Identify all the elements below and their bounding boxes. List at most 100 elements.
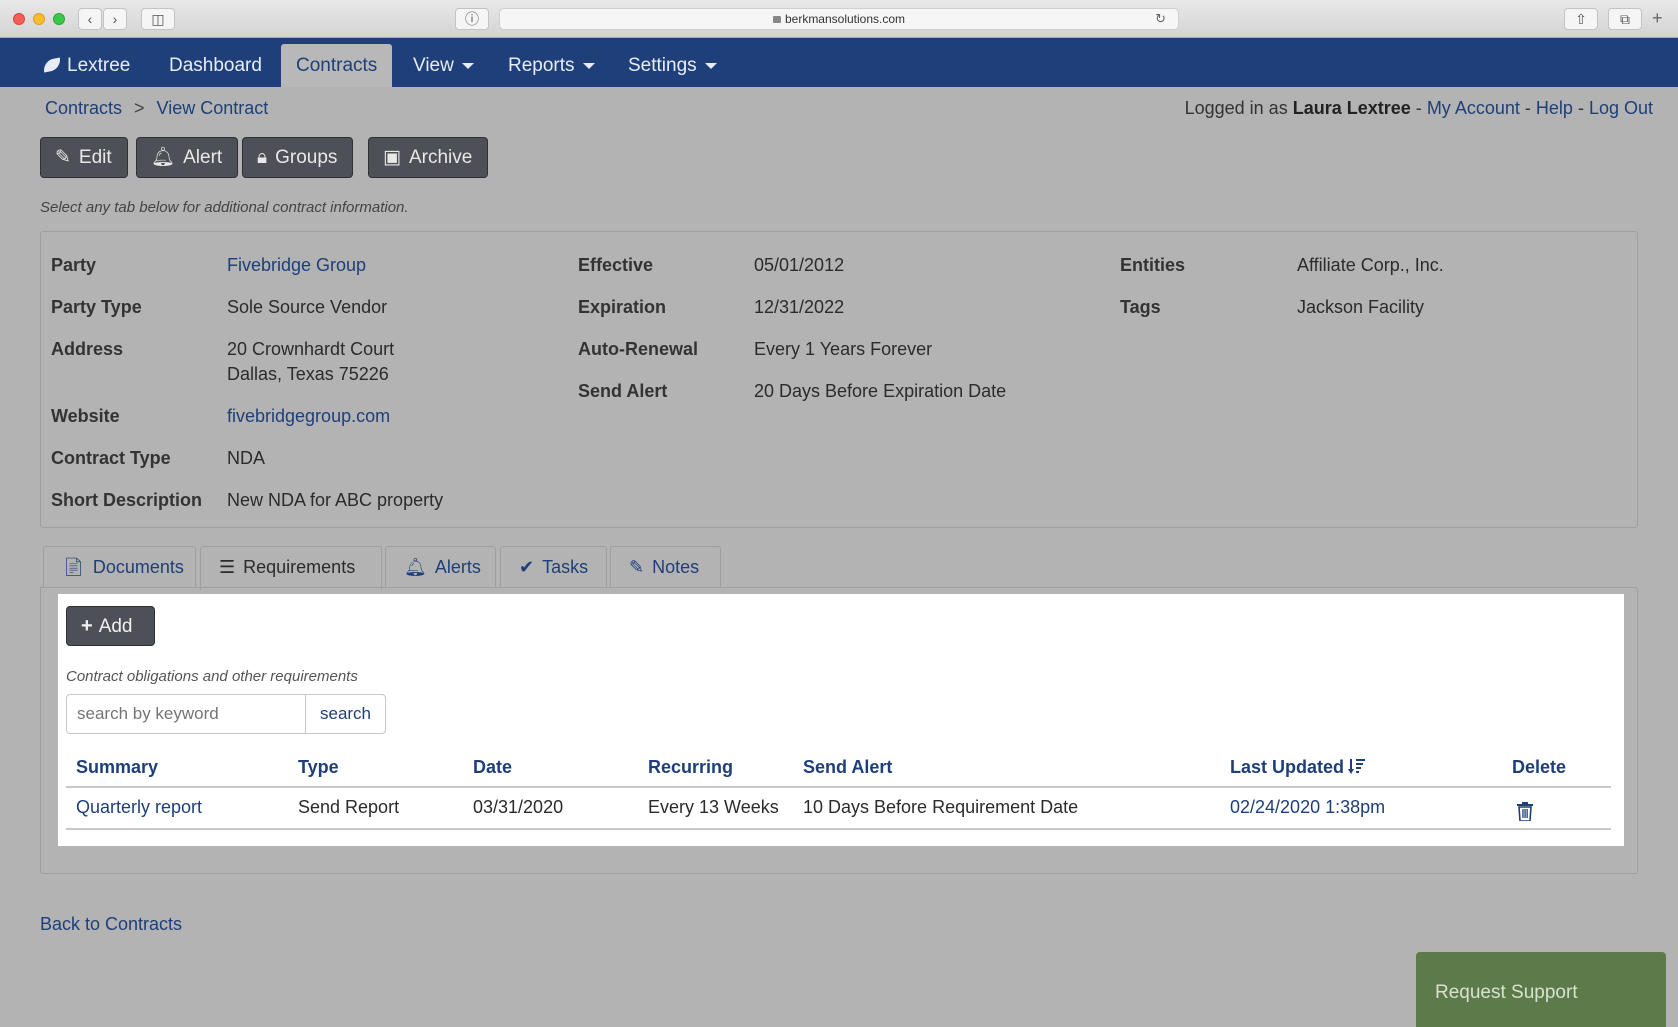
- tab-requirements-label: Requirements: [243, 557, 356, 577]
- tab-documents-label: Documents: [92, 557, 184, 577]
- back-to-contracts-link[interactable]: Back to Contracts: [40, 914, 182, 935]
- row-summary-link[interactable]: Quarterly report: [76, 797, 202, 818]
- col-delete: Delete: [1512, 757, 1567, 777]
- col-type[interactable]: Type: [298, 757, 339, 778]
- new-tab-icon[interactable]: +: [1652, 8, 1663, 29]
- website-link[interactable]: fivebridgegroup.com: [227, 406, 390, 427]
- reload-icon[interactable]: ↻: [1155, 9, 1166, 29]
- entities-value: Affiliate Corp., Inc.: [1297, 255, 1444, 275]
- login-separator: -: [1524, 98, 1531, 118]
- edit-label: Edit: [78, 147, 112, 168]
- row-last-updated-link[interactable]: 02/24/2020 1:38pm: [1230, 797, 1385, 818]
- breadcrumb-contracts[interactable]: Contracts: [45, 98, 122, 119]
- leaf-icon: [42, 57, 62, 73]
- tab-alerts[interactable]: 🔔︎ Alerts: [385, 546, 496, 588]
- col-last-updated-label: Last Updated: [1230, 757, 1345, 777]
- expiration-label: Expiration: [578, 297, 667, 317]
- brand-link[interactable]: Lextree: [28, 38, 145, 87]
- login-username: Laura Lextree: [1292, 98, 1411, 118]
- login-separator: -: [1577, 98, 1584, 118]
- plus-icon: +: [81, 615, 93, 637]
- search-input[interactable]: [66, 694, 306, 734]
- tab-tasks-label: Tasks: [542, 557, 589, 577]
- breadcrumb-view-contract[interactable]: View Contract: [157, 98, 269, 119]
- fullscreen-window-button[interactable]: [53, 13, 65, 25]
- logout-link[interactable]: Log Out: [1589, 98, 1653, 118]
- tab-documents[interactable]: 📄︎ Documents: [43, 546, 196, 588]
- short-description-label: Short Description: [51, 490, 203, 510]
- edit-note-icon: ✎: [629, 557, 645, 577]
- requirements-caption: Contract obligations and other requireme…: [66, 668, 358, 685]
- bell-icon: 🔔︎: [404, 557, 427, 577]
- caret-down-icon: [704, 62, 717, 69]
- sidebar-toggle-icon[interactable]: ◫: [141, 8, 175, 30]
- website-label: Website: [51, 406, 120, 426]
- address-label: Address: [51, 339, 124, 359]
- tab-requirements[interactable]: ☰ Requirements: [200, 546, 382, 590]
- nav-reports-label: Reports: [508, 55, 575, 76]
- breadcrumb-separator: >: [134, 98, 145, 118]
- share-icon[interactable]: ⇧: [1564, 8, 1598, 30]
- archive-box-icon: ▣: [383, 147, 401, 168]
- breadcrumb: Contracts > View Contract: [45, 98, 268, 119]
- nav-settings-label: Settings: [628, 55, 697, 76]
- groups-label: Groups: [275, 147, 338, 168]
- list-icon: ☰: [219, 557, 236, 577]
- close-window-button[interactable]: [13, 13, 25, 25]
- col-recurring[interactable]: Recurring: [648, 757, 733, 778]
- nav-contracts-label: Contracts: [296, 55, 378, 76]
- address-bar[interactable]: berkmansolutions.com ↻: [499, 8, 1179, 30]
- row-date: 03/31/2020: [473, 797, 564, 817]
- nav-view[interactable]: View: [398, 38, 489, 87]
- tab-tasks[interactable]: ✔ Tasks: [500, 546, 607, 588]
- row-recurring: Every 13 Weeks: [648, 797, 779, 817]
- archive-button[interactable]: ▣ Archive: [368, 137, 489, 178]
- archive-label: Archive: [408, 147, 473, 168]
- nav-dashboard[interactable]: Dashboard: [154, 38, 277, 87]
- send-alert-value: 20 Days Before Expiration Date: [754, 381, 1007, 401]
- nav-dashboard-label: Dashboard: [169, 55, 262, 76]
- nav-contracts[interactable]: Contracts: [281, 44, 393, 87]
- alert-button[interactable]: 🔔︎ Alert: [136, 137, 239, 178]
- party-label: Party: [51, 255, 97, 275]
- tab-notes-label: Notes: [652, 557, 700, 577]
- tab-notes[interactable]: ✎ Notes: [610, 546, 721, 588]
- sort-descending-icon: [1348, 759, 1366, 774]
- effective-value: 05/01/2012: [754, 255, 845, 275]
- groups-button[interactable]: 🔒︎ Groups: [242, 137, 354, 178]
- nav-reports[interactable]: Reports: [493, 38, 610, 87]
- login-status: Logged in as Laura Lextree - My Account …: [1185, 98, 1653, 119]
- short-description-value: New NDA for ABC property: [227, 490, 444, 510]
- browser-toolbar: ‹ › ◫ ⓘ berkmansolutions.com ↻ ⇧ ⧉ +: [0, 0, 1678, 38]
- my-account-link[interactable]: My Account: [1427, 98, 1520, 118]
- forward-arrow-icon[interactable]: ›: [103, 8, 127, 30]
- top-navbar: Lextree Dashboard Contracts View Reports…: [0, 38, 1678, 87]
- col-summary[interactable]: Summary: [76, 757, 158, 778]
- auto-renewal-label: Auto-Renewal: [578, 339, 699, 359]
- tabs-overview-icon[interactable]: ⧉: [1608, 8, 1642, 30]
- add-label: Add: [98, 616, 133, 637]
- back-arrow-icon[interactable]: ‹: [78, 8, 102, 30]
- party-link[interactable]: Fivebridge Group: [227, 255, 366, 276]
- login-prefix: Logged in as: [1184, 98, 1288, 118]
- check-circle-icon: ✔: [519, 557, 535, 577]
- add-requirement-button[interactable]: + Add: [66, 606, 155, 646]
- col-last-updated[interactable]: Last Updated: [1230, 757, 1366, 778]
- edit-button[interactable]: ✎ Edit: [40, 137, 128, 178]
- trash-icon[interactable]: [1517, 802, 1533, 821]
- help-link[interactable]: Help: [1536, 98, 1573, 118]
- alert-label: Alert: [183, 147, 223, 168]
- minimize-window-button[interactable]: [33, 13, 45, 25]
- lock-icon: [772, 16, 781, 23]
- nav-settings[interactable]: Settings: [613, 38, 732, 87]
- contract-type-label: Contract Type: [51, 448, 171, 468]
- tags-value: Jackson Facility: [1297, 297, 1425, 317]
- table-header-divider: [66, 786, 1611, 788]
- col-date[interactable]: Date: [473, 757, 512, 778]
- request-support-button[interactable]: Request Support: [1416, 952, 1666, 1027]
- address-line1: 20 Crownhardt Court: [227, 339, 395, 359]
- password-icon[interactable]: ⓘ: [455, 8, 489, 30]
- bell-icon: 🔔︎: [151, 147, 176, 168]
- search-button[interactable]: search: [305, 694, 386, 734]
- col-send-alert[interactable]: Send Alert: [803, 757, 892, 778]
